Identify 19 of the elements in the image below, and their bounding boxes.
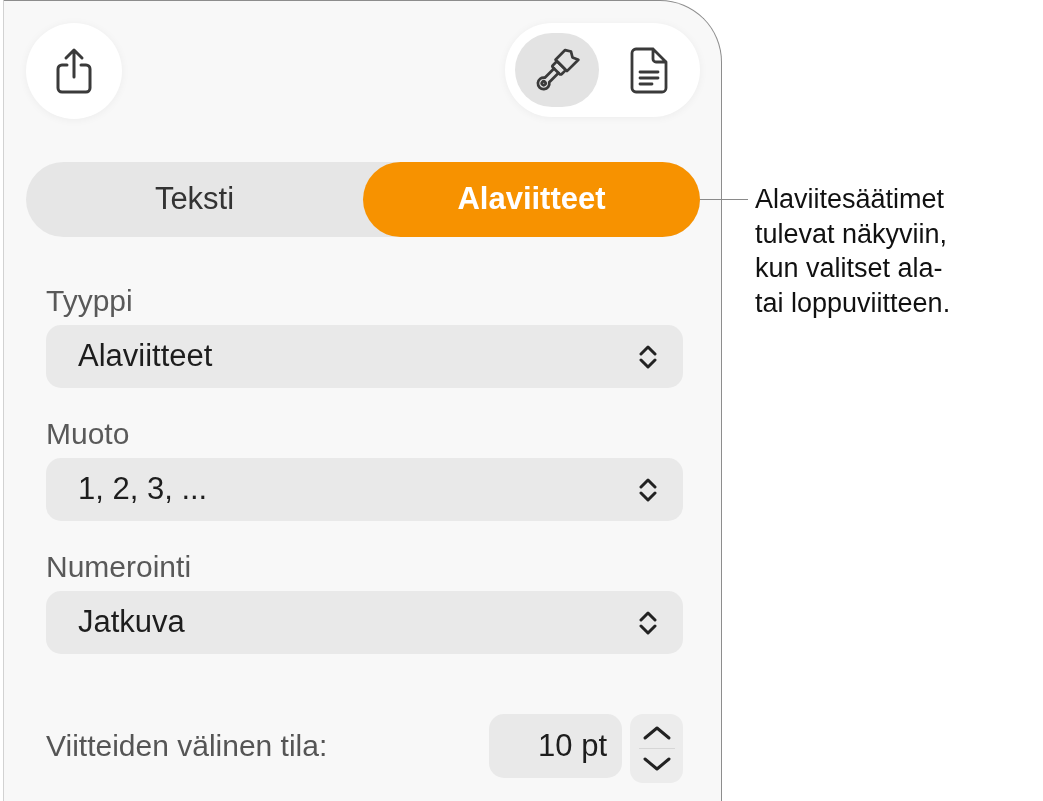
number-field[interactable]: 10 pt	[489, 714, 622, 778]
paintbrush-button[interactable]	[515, 33, 599, 107]
field-label: Tyyppi	[46, 283, 134, 319]
dropdown[interactable]: 1, 2, 3, ...	[46, 458, 683, 521]
document-icon	[630, 46, 668, 94]
dropdown[interactable]: Jatkuva	[46, 591, 683, 654]
field-label: Muoto	[46, 416, 131, 452]
dropdown[interactable]: Alaviitteet	[46, 325, 683, 388]
chevron-up-down-icon	[639, 609, 657, 636]
field-label: Viitteiden välinen tila:	[46, 728, 328, 764]
field-label: Numerointi	[46, 549, 193, 585]
chevron-up-icon	[641, 724, 672, 741]
chevron-up-down-icon	[639, 476, 657, 503]
chevron-down-icon	[641, 756, 672, 773]
segment-tab[interactable]: Teksti	[26, 162, 363, 237]
stepper[interactable]	[630, 714, 683, 783]
chevron-up-down-icon	[639, 343, 657, 370]
share-icon	[54, 47, 94, 95]
callout-text: Alaviitesäätimet tulevat näkyviin, kun valitset ala- tai loppuviitteen.	[755, 183, 952, 320]
